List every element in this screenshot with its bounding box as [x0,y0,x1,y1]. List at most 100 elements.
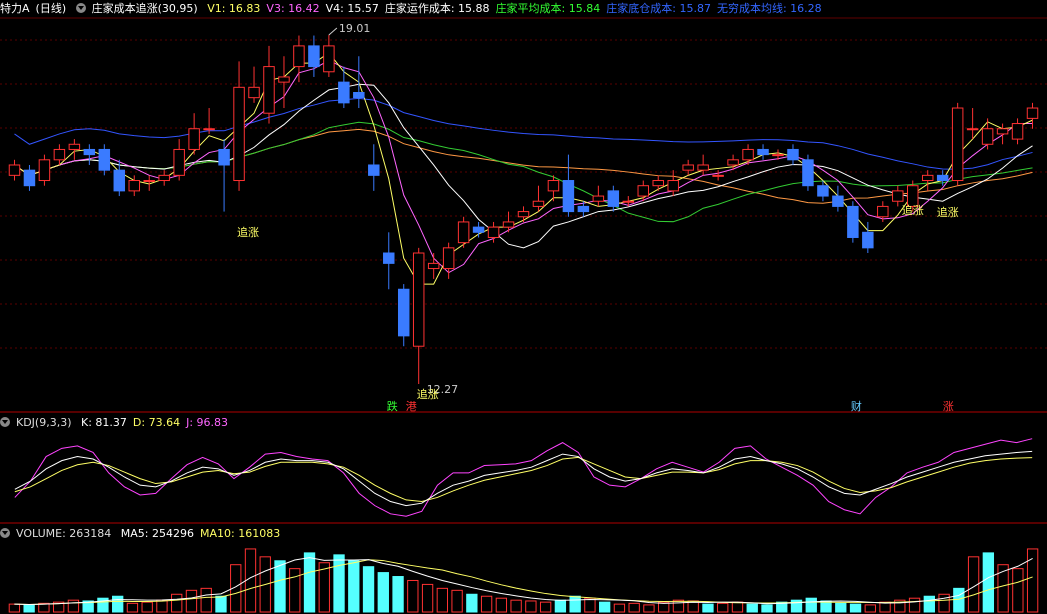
candle-body [1011,123,1024,140]
kdj-k-line [14,450,1033,507]
candle-body [412,252,425,347]
candle-body [308,45,320,68]
candle-body [697,164,709,171]
volume-bar [805,597,817,613]
stock-chart[interactable]: 19.0112.27追涨追涨追涨 追涨跌港财涨 [0,0,1047,614]
signal-label-c: 追涨 [902,203,924,217]
volume-bar [333,554,345,613]
volume-bar [171,593,183,613]
volume-bar [510,599,522,613]
volume-bar [407,579,419,613]
candle-body [502,221,515,228]
candle-body [847,205,859,238]
candle-body [981,128,994,145]
candle-body [517,211,530,218]
volume-bar [1012,568,1024,613]
candle-body [8,164,21,176]
volume-bar [392,576,404,613]
volume-bar [200,587,212,613]
volume-bar [466,593,478,613]
candle-body [113,169,126,192]
volume-bar [362,566,375,613]
candle-body [457,221,470,244]
volume-bar [702,603,714,613]
volume-bar [938,593,950,613]
candle-body [203,128,215,131]
volume-bar [156,599,168,613]
infinite-cost-line [14,97,1033,170]
volume-bar [274,560,286,613]
candle-body [592,195,605,202]
volume-bar [185,589,198,613]
volume-bar [112,595,124,613]
candle-body [248,86,260,99]
candle-body [547,180,560,192]
volume-bar [525,600,537,613]
candle-body [427,262,440,270]
volume-bar [451,589,463,613]
candle-body [323,45,335,73]
volume-bar [554,599,567,613]
candle-body [966,128,979,131]
candle-body [802,159,814,187]
kdj-j-line [14,438,1033,517]
candle-body [652,180,664,187]
volume-ma10-line [14,559,1033,606]
volume-bar [480,595,493,613]
volume-bar [628,602,640,613]
volume-bar [569,595,581,613]
volume-bar [923,595,935,613]
candle-body [368,164,380,176]
candle-body [472,226,485,233]
candle-body [637,185,650,197]
volume-bar [879,601,891,613]
volume-bar [215,595,227,613]
candle-body [532,200,545,207]
candle-body [622,200,635,203]
volume-bar [643,604,655,613]
event-marker-3: 财 [851,399,862,413]
candle-body [188,128,200,150]
volume-bar [377,572,389,613]
candle-body [877,205,889,218]
candle-body [397,288,410,337]
candle-body [862,231,874,249]
volume-bar [613,603,626,613]
volume-bar [953,587,965,613]
candle-body [143,180,155,183]
volume-bar [761,604,773,613]
candle-body [577,205,590,213]
candle-body [832,195,844,207]
candle-body [1026,107,1039,119]
candle-body [98,148,111,171]
candle-body [83,148,96,156]
high-price-label: 19.01 [339,22,371,35]
event-marker-2: 港 [406,400,417,413]
candle-body [383,252,395,264]
volume-bar [584,597,596,613]
volume-bar [539,601,552,613]
volume-bar [864,604,876,613]
candle-body [667,180,679,192]
candle-body [817,185,829,197]
candle-body [233,86,245,182]
candle-body [892,190,904,202]
candle-body [278,76,290,83]
volume-bar [982,552,995,613]
high-price-pointer [328,27,338,36]
candle-body [787,148,799,161]
volume-ma5-line [14,557,1033,606]
candle-body [487,226,500,238]
volume-bar [23,604,35,613]
volume-bar [141,601,153,613]
volume-bar [731,601,744,613]
candle-body [772,154,784,157]
candle-body [951,107,964,182]
volume-bar [717,602,729,613]
volume-bar [835,602,847,613]
candle-body [338,81,350,104]
signal-label-d: 追涨 [937,205,959,219]
candle-body [921,174,934,182]
volume-bar [8,603,21,613]
candle-body [562,180,575,213]
